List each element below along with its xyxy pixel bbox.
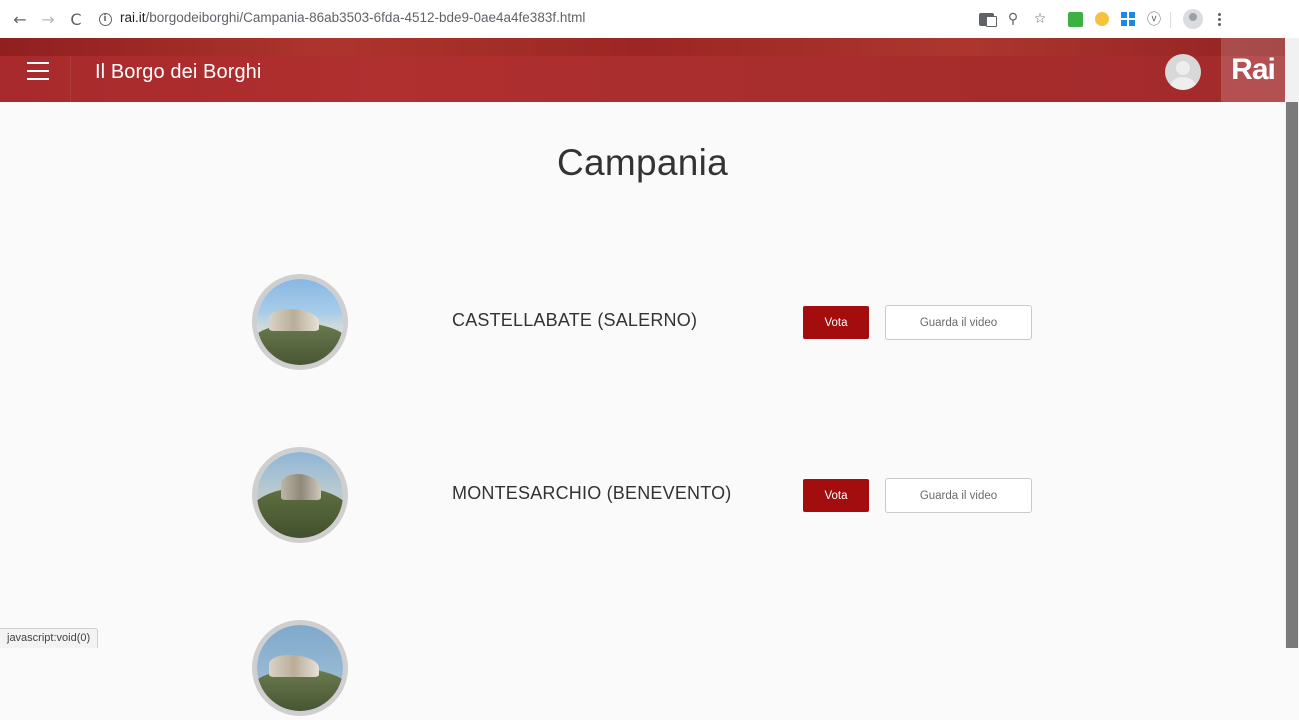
borgo-name: MONTESARCHIO (BENEVENTO) [452, 483, 732, 503]
translate-icon[interactable] [976, 9, 997, 29]
url-host: rai.it [120, 10, 146, 25]
bookmark-star-icon[interactable]: ☆ [1030, 9, 1050, 29]
borgo-thumbnail[interactable] [252, 274, 348, 370]
url-path: /borgodeiborghi/Campania-86ab3503-6fda-4… [145, 10, 586, 25]
page-title: Campania [556, 142, 729, 183]
borgo-row [0, 620, 1285, 720]
status-bar: javascript:void(0) [0, 628, 99, 648]
extension-windows-icon[interactable] [1118, 9, 1138, 29]
address-bar[interactable]: rai.it/borgodeiborghi/Campania-86ab3503-… [120, 10, 585, 25]
page-scrollbar[interactable] [1285, 38, 1299, 648]
borgo-row: MONTESARCHIO (BENEVENTO) Vota Guarda il … [0, 447, 1285, 547]
borgo-row: CASTELLABATE (SALERNO) Vota Guarda il vi… [0, 274, 1285, 374]
browser-toolbar: ← → C i rai.it/borgodeiborghi/Campania-8… [0, 0, 1299, 38]
borgo-name: CASTELLABATE (SALERNO) [452, 310, 698, 330]
extension-v-icon[interactable]: ⓥ [1144, 9, 1164, 29]
watch-video-button[interactable]: Guarda il video [885, 305, 1032, 340]
user-avatar-icon[interactable] [1165, 54, 1201, 90]
toolbar-divider [1170, 12, 1171, 28]
info-glyph: i [98, 12, 112, 26]
browser-menu-icon[interactable] [1209, 9, 1229, 29]
header-divider [70, 56, 71, 102]
rai-logo[interactable]: Rai [1221, 38, 1285, 102]
rai-logo-text: Rai [1231, 53, 1276, 86]
browser-profile-icon[interactable] [1183, 9, 1203, 29]
site-info-icon[interactable]: i [95, 9, 115, 29]
extension-lock-icon[interactable] [1065, 9, 1085, 29]
site-title[interactable]: Il Borgo dei Borghi [95, 61, 261, 84]
hamburger-menu-icon[interactable] [27, 62, 49, 80]
extension-emoji-icon[interactable] [1092, 9, 1112, 29]
scrollbar-thumb[interactable] [1286, 102, 1298, 648]
site-header: Il Borgo dei Borghi [0, 38, 1285, 102]
forward-arrow-icon[interactable]: → [36, 7, 60, 31]
borgo-thumbnail[interactable] [252, 447, 348, 543]
vote-button[interactable]: Vota [803, 479, 869, 512]
watch-video-button[interactable]: Guarda il video [885, 478, 1032, 513]
borgo-thumbnail[interactable] [252, 620, 348, 716]
back-arrow-icon[interactable]: ← [8, 7, 32, 31]
zoom-icon[interactable]: ⚲ [1003, 9, 1023, 29]
vote-button[interactable]: Vota [803, 306, 869, 339]
reload-icon[interactable]: C [64, 7, 88, 31]
